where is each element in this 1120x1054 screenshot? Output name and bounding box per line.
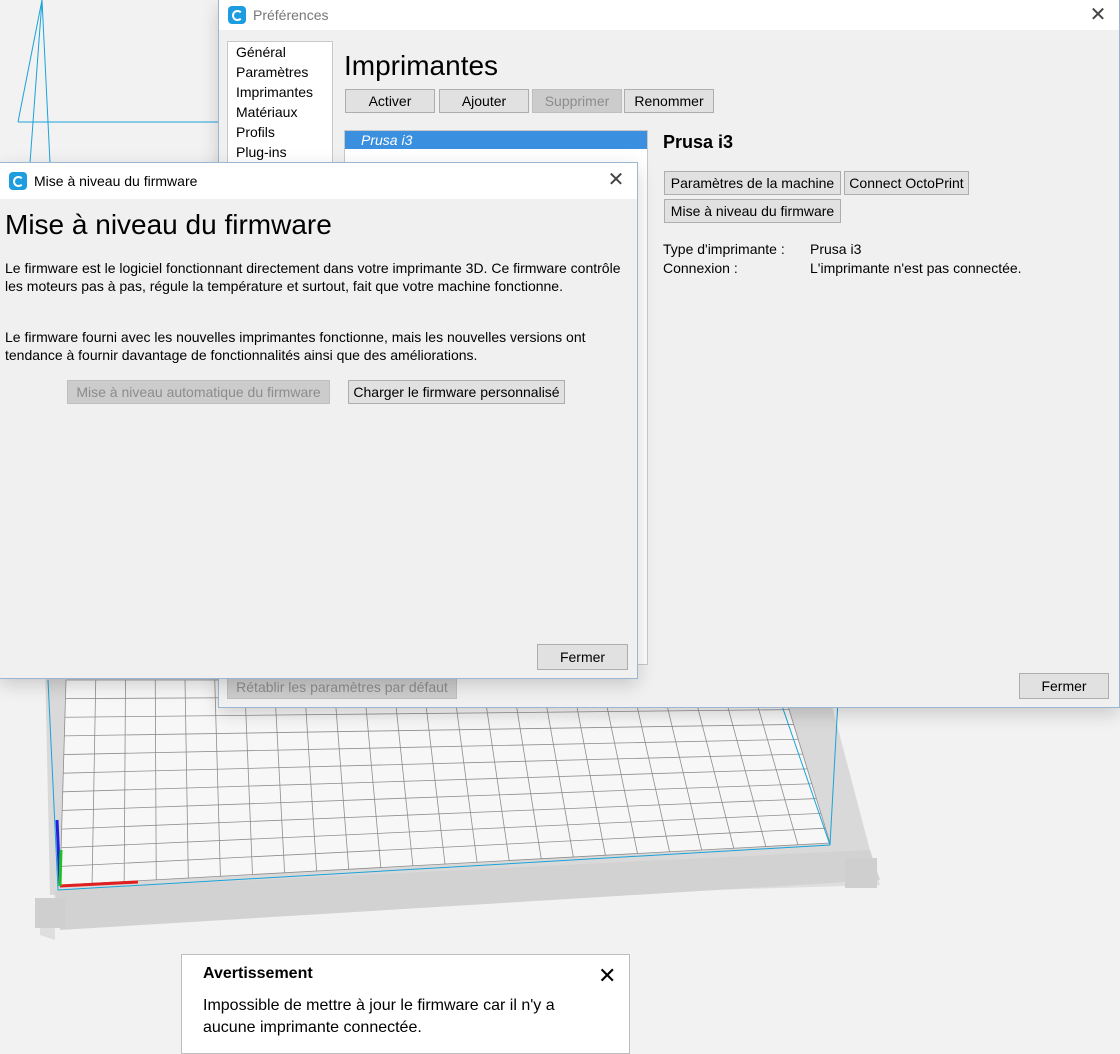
activate-button[interactable]: Activer [345,89,435,113]
auto-upgrade-firmware-button[interactable]: Mise à niveau automatique du firmware [67,380,330,404]
upload-custom-firmware-button[interactable]: Charger le firmware personnalisé [348,380,565,404]
sidebar-item-materials[interactable]: Matériaux [236,104,297,120]
firmware-dialog-close-button[interactable]: Fermer [537,644,628,670]
close-icon[interactable]: ✕ [598,963,616,989]
printer-type-label: Type d'imprimante : [663,241,785,257]
preferences-titlebar: Préférences ✕ [219,0,1119,30]
rename-button[interactable]: Renommer [624,89,714,113]
sidebar-item-printers[interactable]: Imprimantes [236,84,313,100]
firmware-versions-paragraph: Le firmware fourni avec les nouvelles im… [5,329,586,363]
preferences-close-button[interactable]: Fermer [1019,673,1109,699]
cura-logo-icon [228,6,246,24]
sidebar-item-plugins[interactable]: Plug-ins [236,144,287,160]
connection-label: Connexion : [663,260,738,276]
preferences-title: Préférences [253,7,329,23]
firmware-upgrade-button[interactable]: Mise à niveau du firmware [664,199,841,223]
close-icon[interactable]: ✕ [605,169,627,191]
selected-printer-name: Prusa i3 [663,132,734,152]
firmware-dialog-titlebar: Mise à niveau du firmware ✕ [0,163,637,199]
toast-title: Avertissement [203,965,313,982]
sidebar-item-settings[interactable]: Paramètres [236,64,308,80]
firmware-description-paragraph: Le firmware est le logiciel fonctionnant… [5,260,621,294]
machine-settings-button[interactable]: Paramètres de la machine [664,171,841,195]
connect-octoprint-button[interactable]: Connect OctoPrint [844,171,969,195]
connection-value: L'imprimante n'est pas connectée. [810,260,1022,276]
page-title: Imprimantes [344,50,499,81]
warning-toast: Avertissement ✕ Impossible de mettre à j… [181,954,630,1054]
cura-logo-icon [9,172,27,190]
close-icon[interactable]: ✕ [1087,4,1109,26]
firmware-dialog-heading: Mise à niveau du firmware [5,209,332,240]
add-button[interactable]: Ajouter [439,89,529,113]
printer-list-item[interactable]: Prusa i3 [345,131,647,149]
remove-button[interactable]: Supprimer [532,89,622,113]
firmware-dialog-title: Mise à niveau du firmware [34,173,198,189]
firmware-upgrade-dialog: Mise à niveau du firmware ✕ Mise à nivea… [0,163,637,678]
toast-message: Impossible de mettre à jour le firmware … [203,997,555,1036]
sidebar-item-profiles[interactable]: Profils [236,124,275,140]
printer-type-value: Prusa i3 [810,241,862,257]
reset-defaults-button[interactable]: Rétablir les paramètres par défaut [227,675,457,699]
sidebar-item-general[interactable]: Général [236,44,286,60]
